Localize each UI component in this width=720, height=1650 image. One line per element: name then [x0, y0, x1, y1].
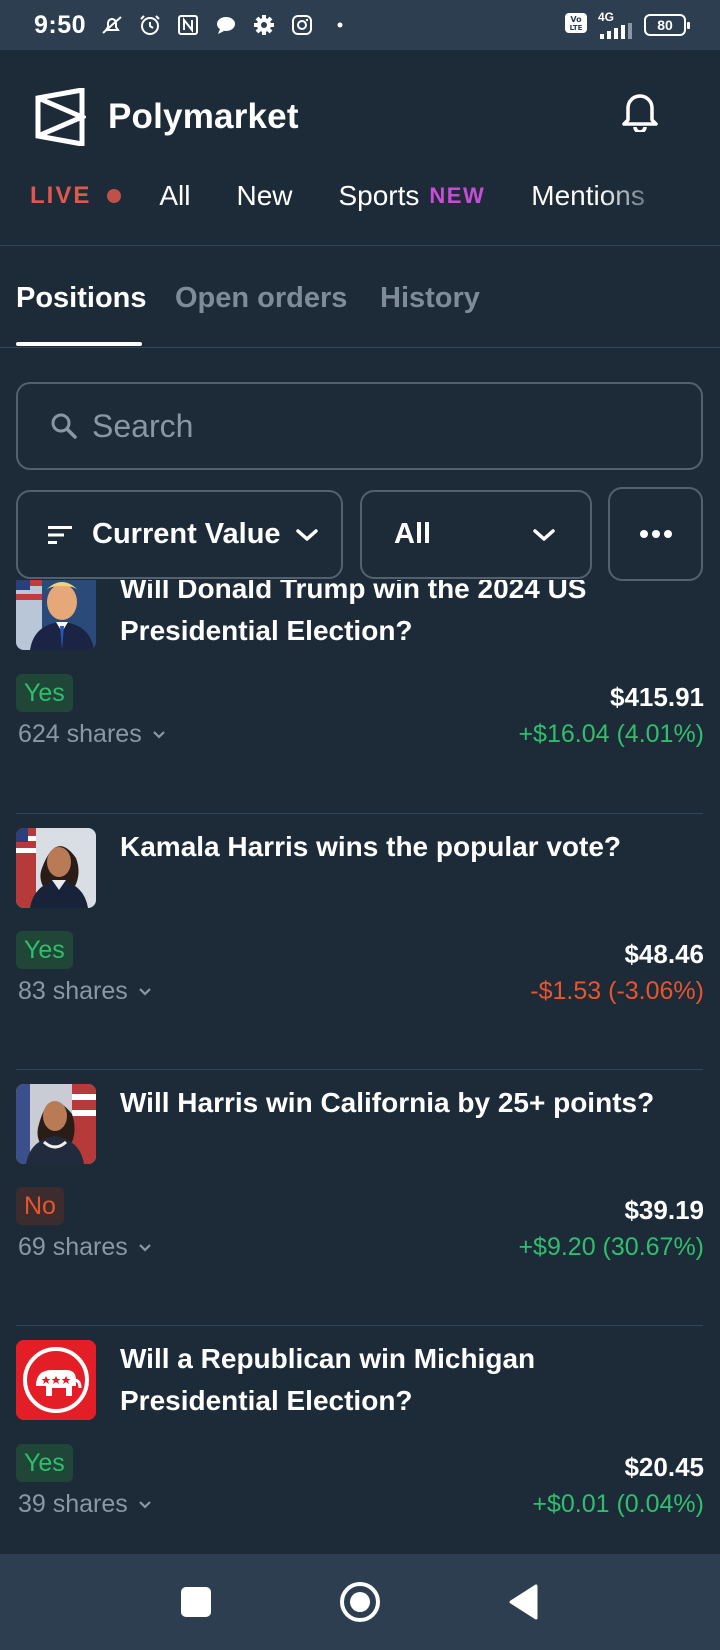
- market-title: Kamala Harris wins the popular vote?: [120, 831, 622, 862]
- outcome-filter-dropdown[interactable]: All: [360, 490, 592, 579]
- position-item[interactable]: Will Harris win California by 25+ points…: [0, 1084, 720, 1340]
- market-title: Will a Republican win Michigan President…: [120, 1343, 536, 1416]
- position-value: $415.91: [610, 682, 704, 712]
- dot-icon: [328, 13, 352, 37]
- shares-toggle[interactable]: 83 shares: [18, 977, 152, 1006]
- active-tab-indicator: [16, 342, 142, 346]
- shares-count: 83 shares: [18, 977, 128, 1005]
- position-item[interactable]: Will Donald Trump win the 2024 US Presid…: [0, 580, 720, 826]
- nav-mentions[interactable]: Mentions: [531, 180, 645, 212]
- position-value: $39.19: [624, 1195, 704, 1225]
- status-bar-right: Vo LTE 4G 80: [564, 11, 690, 40]
- market-title: Will Donald Trump win the 2024 US Presid…: [120, 580, 587, 646]
- status-time: 9:50: [34, 10, 87, 39]
- portfolio-tabs: Positions Open orders History: [0, 246, 720, 348]
- search-placeholder: Search: [92, 407, 194, 444]
- chevron-down-icon: [152, 730, 165, 739]
- outcome-badge: No: [16, 1187, 64, 1225]
- market-thumbnail: [16, 828, 96, 908]
- nfc-icon: [176, 13, 200, 37]
- svg-text:LTE: LTE: [570, 24, 583, 32]
- tab-positions[interactable]: Positions: [16, 282, 147, 315]
- new-badge: NEW: [429, 183, 486, 208]
- category-nav: LIVE All New Sports NEW Mentions: [30, 176, 691, 216]
- position-value: $48.46: [624, 939, 704, 969]
- tab-history[interactable]: History: [380, 282, 480, 315]
- sort-dropdown[interactable]: Current Value: [16, 490, 343, 579]
- positions-list: Will Donald Trump win the 2024 US Presid…: [0, 580, 720, 1554]
- signal-indicator: 4G: [598, 11, 634, 39]
- search-icon: [51, 413, 77, 439]
- more-dots-icon: [639, 530, 672, 538]
- nav-sports[interactable]: Sports NEW: [338, 180, 485, 212]
- recent-apps-icon[interactable]: [180, 1586, 212, 1618]
- divider: [16, 1069, 703, 1070]
- brand-name: Polymarket: [108, 97, 299, 136]
- system-nav-bar: [0, 1554, 720, 1650]
- shares-toggle[interactable]: 69 shares: [18, 1233, 152, 1262]
- search-input[interactable]: Search: [16, 382, 703, 470]
- divider: [16, 1325, 703, 1326]
- outcome-badge: Yes: [16, 1444, 73, 1482]
- status-bar-left: 9:50: [34, 11, 352, 40]
- position-pnl: +$0.01 (0.04%): [532, 1490, 704, 1518]
- position-pnl: +$16.04 (4.01%): [518, 720, 704, 748]
- market-thumbnail: [16, 1084, 96, 1164]
- chevron-down-icon: [139, 1243, 151, 1252]
- chat-icon: [214, 13, 238, 37]
- outcome-filter-label: All: [394, 518, 432, 550]
- sort-icon: [48, 525, 72, 544]
- position-item[interactable]: Kamala Harris wins the popular vote? Yes…: [0, 828, 720, 1084]
- more-options-button[interactable]: [608, 487, 703, 581]
- position-item[interactable]: Will a Republican win Michigan President…: [0, 1340, 720, 1554]
- republican-logo-icon: [16, 1340, 96, 1420]
- live-dot-icon: [107, 189, 122, 203]
- shares-toggle[interactable]: 624 shares: [18, 720, 166, 749]
- gear-icon: [252, 13, 276, 37]
- svg-text:Vo: Vo: [570, 15, 582, 24]
- chevron-down-icon: [295, 528, 318, 541]
- position-pnl: -$1.53 (-3.06%): [530, 977, 704, 1005]
- network-type: 4G: [598, 10, 615, 24]
- battery-icon: 80: [644, 14, 690, 36]
- position-pnl: +$9.20 (30.67%): [518, 1233, 704, 1261]
- status-bar: 9:50 Vo LTE 4G 80: [0, 0, 720, 50]
- brand[interactable]: Polymarket: [34, 88, 299, 146]
- volte-icon: Vo LTE: [564, 11, 588, 40]
- alarm-icon: [138, 13, 162, 37]
- position-value: $20.45: [624, 1452, 704, 1482]
- chevron-down-icon: [533, 528, 555, 541]
- live-tab[interactable]: LIVE: [30, 182, 159, 210]
- market-thumbnail: [16, 580, 96, 650]
- outcome-badge: Yes: [16, 674, 73, 712]
- chevron-down-icon: [139, 1500, 151, 1509]
- instagram-icon: [290, 13, 314, 37]
- mute-icon: [100, 13, 124, 37]
- divider: [16, 813, 703, 814]
- back-icon[interactable]: [508, 1584, 538, 1620]
- outcome-badge: Yes: [16, 931, 73, 969]
- shares-count: 69 shares: [18, 1233, 128, 1261]
- nav-sports-label: Sports: [338, 180, 420, 211]
- signal-icon: [600, 23, 632, 39]
- notifications-bell-icon[interactable]: [620, 88, 660, 134]
- nav-all[interactable]: All: [159, 180, 190, 212]
- app-header: Polymarket LIVE All New Sports NEW Menti…: [0, 50, 720, 246]
- tab-open-orders[interactable]: Open orders: [175, 282, 347, 315]
- polymarket-logo-icon: [35, 88, 86, 146]
- chevron-down-icon: [139, 987, 151, 996]
- sort-label: Current Value: [92, 518, 281, 550]
- home-icon[interactable]: [339, 1581, 381, 1623]
- nav-new[interactable]: New: [236, 180, 292, 212]
- shares-count: 39 shares: [18, 1490, 128, 1518]
- market-title: Will Harris win California by 25+ points…: [120, 1087, 655, 1118]
- live-label: LIVE: [30, 182, 92, 209]
- shares-count: 624 shares: [18, 720, 142, 748]
- shares-toggle[interactable]: 39 shares: [18, 1490, 152, 1519]
